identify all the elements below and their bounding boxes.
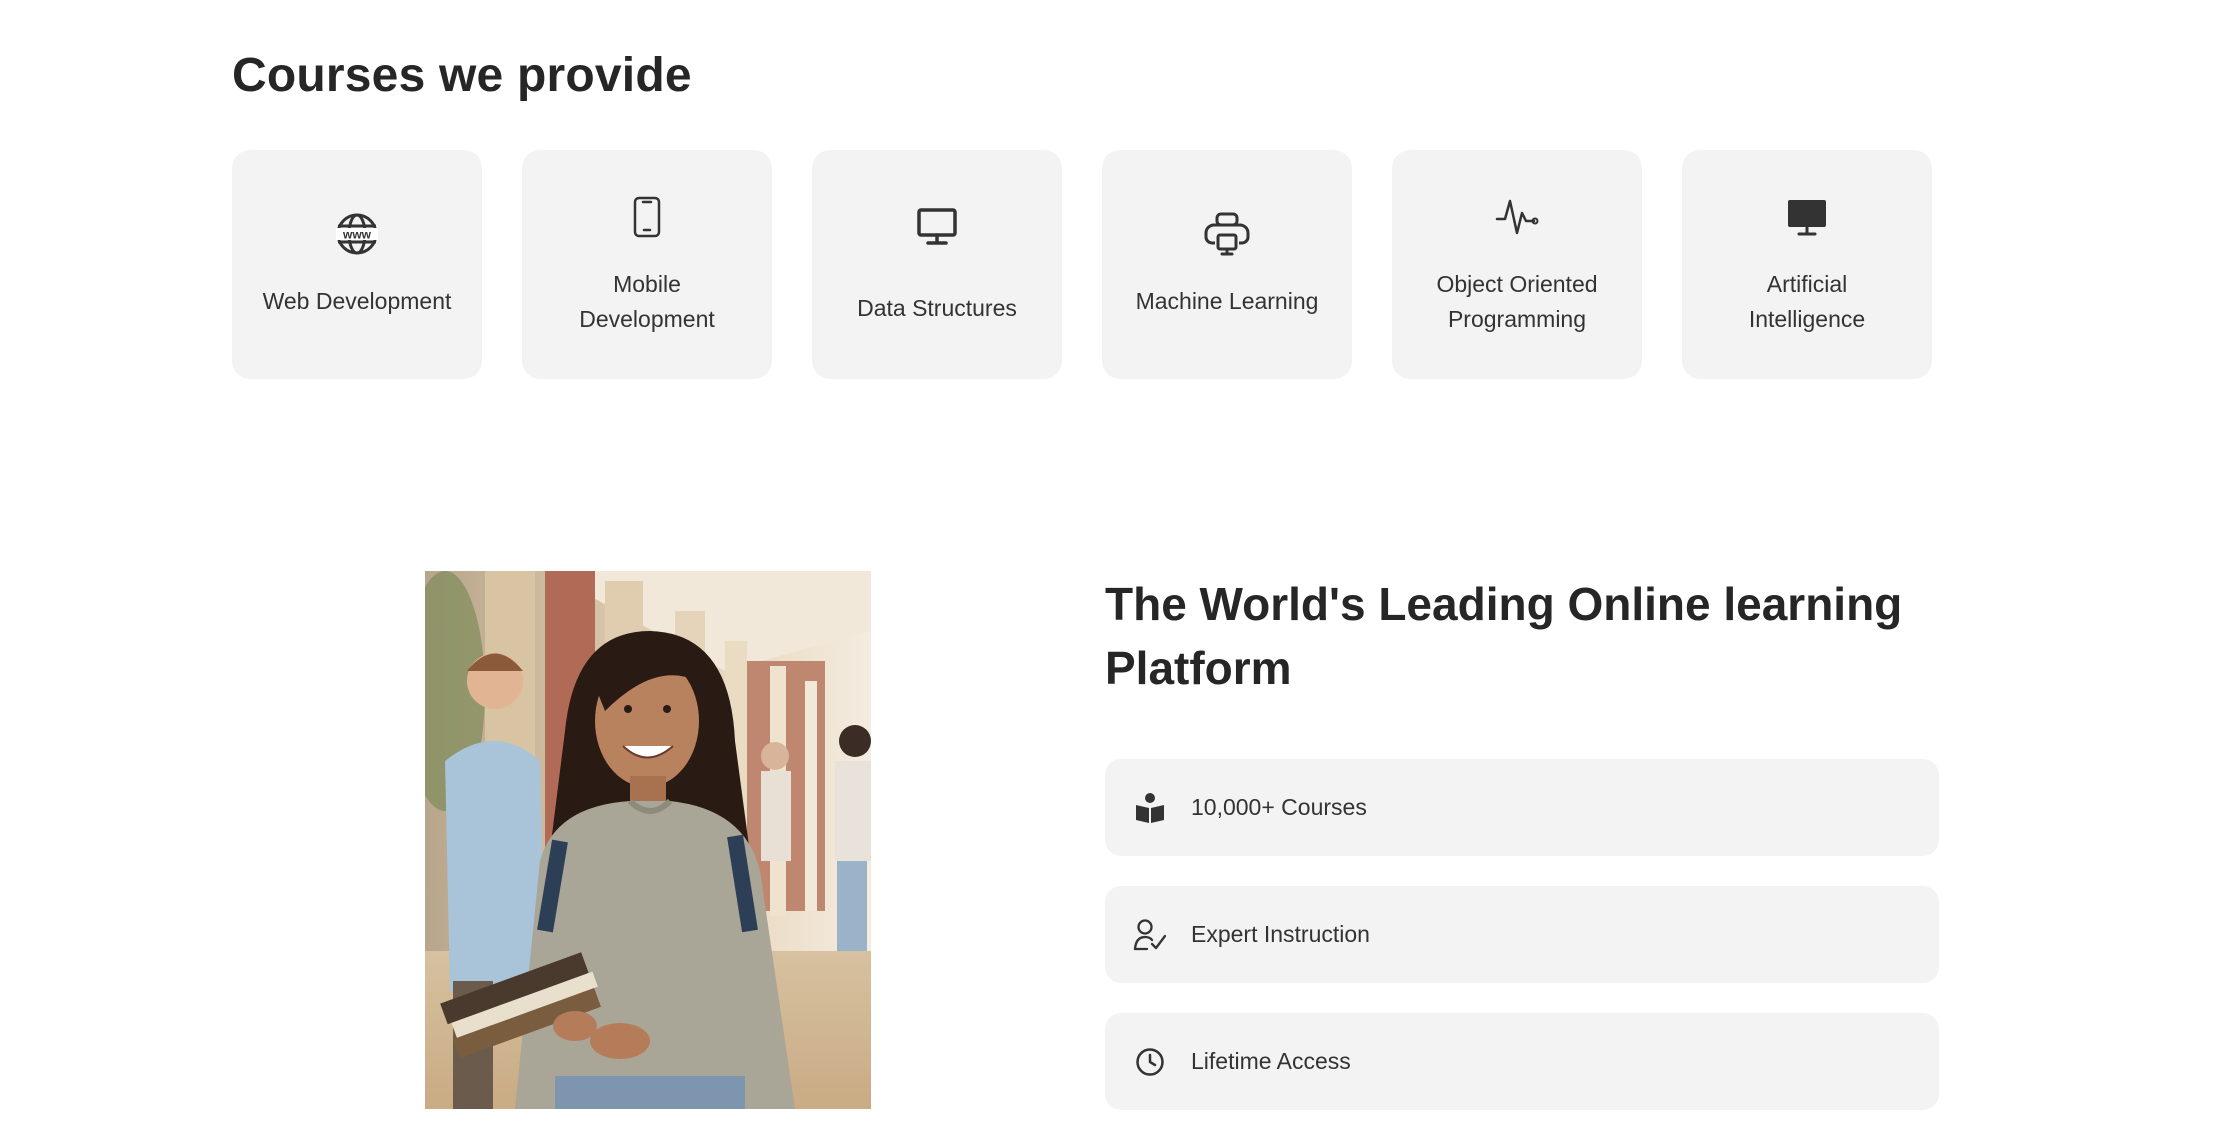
courses-grid: www Web Development Mobile Development D… xyxy=(232,150,1932,379)
course-label: Web Development xyxy=(262,288,452,314)
course-card-mobile-development[interactable]: Mobile Development xyxy=(522,150,772,379)
feature-label: Expert Instruction xyxy=(1191,921,1370,947)
course-label: Machine Learning xyxy=(1135,288,1319,314)
course-card-artificial-intelligence[interactable]: Artificial Intelligence xyxy=(1682,150,1932,379)
mobile-phone-icon xyxy=(632,193,662,241)
courses-section-title: Courses we provide xyxy=(232,49,692,102)
course-label: Mobile Development xyxy=(579,270,715,332)
course-label: Artificial Intelligence xyxy=(1748,270,1866,332)
course-card-data-structures[interactable]: Data Structures xyxy=(812,150,1062,379)
clock-icon xyxy=(1133,1045,1167,1079)
user-check-icon xyxy=(1133,918,1167,952)
feature-courses: 10,000+ Courses xyxy=(1105,759,1939,856)
pulse-icon xyxy=(1495,193,1539,241)
printer-icon xyxy=(1203,210,1251,258)
student-photo xyxy=(425,571,871,1109)
svg-text:www: www xyxy=(342,228,372,242)
feature-lifetime-access: Lifetime Access xyxy=(1105,1013,1939,1110)
course-card-machine-learning[interactable]: Machine Learning xyxy=(1102,150,1352,379)
desktop-filled-icon xyxy=(1786,193,1828,241)
book-reader-icon xyxy=(1133,791,1167,825)
course-label: Data Structures xyxy=(857,295,1017,321)
course-card-object-oriented-programming[interactable]: Object Oriented Programming xyxy=(1392,150,1642,379)
monitor-icon xyxy=(916,203,958,251)
course-card-web-development[interactable]: www Web Development xyxy=(232,150,482,379)
course-label: Object Oriented Programming xyxy=(1436,270,1598,332)
platform-title: The World's Leading Online learning Plat… xyxy=(1105,578,1903,694)
www-globe-icon: www xyxy=(334,210,380,258)
feature-label: 10,000+ Courses xyxy=(1191,794,1367,820)
feature-expert-instruction: Expert Instruction xyxy=(1105,886,1939,983)
feature-label: Lifetime Access xyxy=(1191,1048,1351,1074)
page: Courses we provide www Web Development M… xyxy=(0,0,2220,1124)
